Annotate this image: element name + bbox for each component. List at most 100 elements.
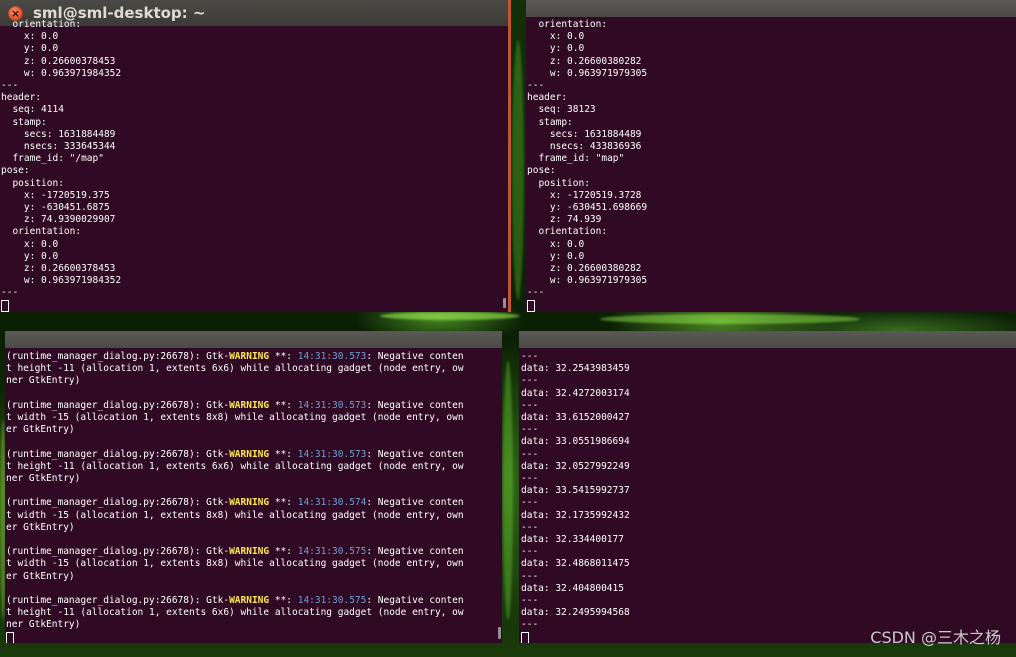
terminal-line: secs: 1631884489 (527, 128, 642, 140)
terminal-line: x: 0.0 (527, 31, 585, 43)
terminal-line: --- (521, 497, 539, 509)
terminal-line: --- (521, 424, 539, 436)
warning-timestamp: 14:31:30.575 (297, 546, 367, 558)
terminal-output[interactable]: --- data: 32.2543983459 --- data: 32.427… (521, 351, 630, 643)
terminal-line: --- (521, 351, 539, 362)
terminal-line: nsecs: 433836936 (527, 141, 642, 153)
title-bar[interactable] (519, 331, 1016, 348)
desktop-background: × sml@sml-desktop: ~ orientation: x: 0.0… (0, 0, 1016, 657)
terminal-line: seq: 38123 (527, 104, 596, 116)
terminal-line: header: (1, 92, 42, 104)
terminal-line: w: 0.963971984352 (1, 275, 122, 287)
terminal-line: frame_id: "/map" (1, 153, 104, 165)
warning-keyword: WARNING (229, 399, 270, 411)
terminal-line: z: 0.26600378453 (1, 55, 116, 67)
warning-message: : Negative conten (366, 351, 464, 362)
warning-timestamp: 14:31:30.574 (297, 497, 367, 509)
warning-line: er GtkEntry) (6, 570, 75, 582)
title-bar[interactable] (5, 331, 502, 348)
warning-line: ner GtkEntry) (6, 619, 81, 631)
warning-source: (runtime_manager_dialog.py:26678): Gtk- (6, 497, 230, 509)
terminal-line: y: -630451.698669 (527, 202, 648, 214)
terminal-output[interactable]: orientation: x: 0.0 y: 0.0 z: 0.26600380… (527, 19, 647, 312)
terminal-line: data: 33.5415992737 (521, 485, 630, 497)
terminal-line: --- (521, 521, 539, 533)
warning-timestamp: 14:31:30.573 (297, 448, 367, 460)
terminal-line: --- (521, 399, 539, 411)
terminal-line: orientation: (527, 19, 608, 30)
warning-line: t width -15 (allocation 1, extents 8x8) … (6, 509, 464, 521)
terminal-line: data: 32.2543983459 (521, 363, 630, 375)
terminal-line: z: 0.26600378453 (1, 263, 116, 275)
terminal-line: data: 33.0551986694 (521, 436, 630, 448)
warning-separator: **: (269, 497, 298, 509)
warning-keyword: WARNING (229, 351, 270, 362)
wallpaper-streak (600, 314, 860, 324)
warning-message: : Negative conten (366, 595, 464, 607)
terminal-window-top-right[interactable]: orientation: x: 0.0 y: 0.0 z: 0.26600380… (526, 0, 1016, 312)
warning-separator: **: (269, 546, 298, 558)
terminal-line: pose: (1, 165, 30, 177)
terminal-line: frame_id: "map" (527, 153, 625, 165)
terminal-line: --- (521, 619, 539, 631)
warning-keyword: WARNING (229, 595, 270, 607)
warning-line: (runtime_manager_dialog.py:26678): Gtk-W… (6, 546, 464, 557)
warning-separator: **: (269, 595, 298, 607)
terminal-line: --- (521, 570, 539, 582)
warning-separator: **: (269, 448, 298, 460)
terminal-line: z: 0.26600380282 (527, 55, 642, 67)
warning-line: t height -11 (allocation 1, extents 6x6)… (6, 607, 464, 619)
warning-message: : Negative conten (366, 497, 464, 509)
warning-line: ner GtkEntry) (6, 473, 81, 485)
warning-source: (runtime_manager_dialog.py:26678): Gtk- (6, 351, 230, 362)
terminal-line: data: 32.2495994568 (521, 607, 630, 619)
scrollbar-thumb[interactable] (503, 298, 506, 308)
warning-line: er GtkEntry) (6, 521, 75, 533)
warning-keyword: WARNING (229, 546, 270, 558)
terminal-output[interactable]: orientation: x: 0.0 y: 0.0 z: 0.26600378… (1, 19, 121, 312)
wallpaper-streak (380, 312, 520, 320)
terminal-line: pose: (527, 165, 556, 177)
terminal-line: w: 0.963971979305 (527, 67, 648, 79)
terminal-window-bottom-left[interactable]: (runtime_manager_dialog.py:26678): Gtk-W… (5, 331, 502, 643)
terminal-line: position: (1, 177, 64, 189)
terminal-line: x: 0.0 (1, 31, 59, 43)
terminal-line: secs: 1631884489 (1, 128, 116, 140)
terminal-window-bottom-right[interactable]: --- data: 32.2543983459 --- data: 32.427… (519, 331, 1016, 643)
warning-line: (runtime_manager_dialog.py:26678): Gtk-W… (6, 497, 464, 508)
warning-line: (runtime_manager_dialog.py:26678): Gtk-W… (6, 351, 464, 362)
warning-keyword: WARNING (229, 448, 270, 460)
terminal-line: --- (1, 80, 19, 92)
wallpaper-streak (512, 40, 524, 300)
terminal-line: data: 32.334400177 (521, 534, 624, 546)
warning-source: (runtime_manager_dialog.py:26678): Gtk- (6, 448, 230, 460)
terminal-output[interactable]: (runtime_manager_dialog.py:26678): Gtk-W… (6, 351, 464, 643)
terminal-line: x: -1720519.3728 (527, 189, 642, 201)
terminal-line: y: 0.0 (527, 250, 585, 262)
terminal-line: w: 0.963971979305 (527, 275, 648, 287)
terminal-line: --- (521, 595, 539, 607)
terminal-line: w: 0.963971984352 (1, 67, 122, 79)
terminal-line: --- (521, 546, 539, 558)
warning-source: (runtime_manager_dialog.py:26678): Gtk- (6, 546, 230, 558)
terminal-line: orientation: (1, 226, 82, 238)
terminal-line: --- (527, 80, 545, 92)
terminal-line: --- (521, 448, 539, 460)
warning-line: (runtime_manager_dialog.py:26678): Gtk-W… (6, 449, 464, 460)
terminal-line: y: -630451.6875 (1, 202, 110, 214)
warning-message: : Negative conten (366, 399, 464, 411)
terminal-line: y: 0.0 (1, 43, 59, 55)
title-bar[interactable] (526, 0, 1016, 17)
terminal-cursor (1, 299, 9, 312)
terminal-cursor (527, 299, 535, 312)
csdn-watermark: CSDN @三木之杨 (870, 628, 1001, 647)
warning-source: (runtime_manager_dialog.py:26678): Gtk- (6, 399, 230, 411)
terminal-line: z: 74.939 (527, 214, 602, 226)
warning-separator: **: (269, 399, 298, 411)
terminal-line: --- (521, 375, 539, 387)
terminal-line: data: 32.0527992249 (521, 460, 630, 472)
scrollbar-thumb[interactable] (498, 627, 501, 639)
terminal-window-top-left[interactable]: × sml@sml-desktop: ~ orientation: x: 0.0… (0, 0, 508, 312)
warning-timestamp: 14:31:30.573 (297, 399, 367, 411)
terminal-line: data: 32.4868011475 (521, 558, 630, 570)
